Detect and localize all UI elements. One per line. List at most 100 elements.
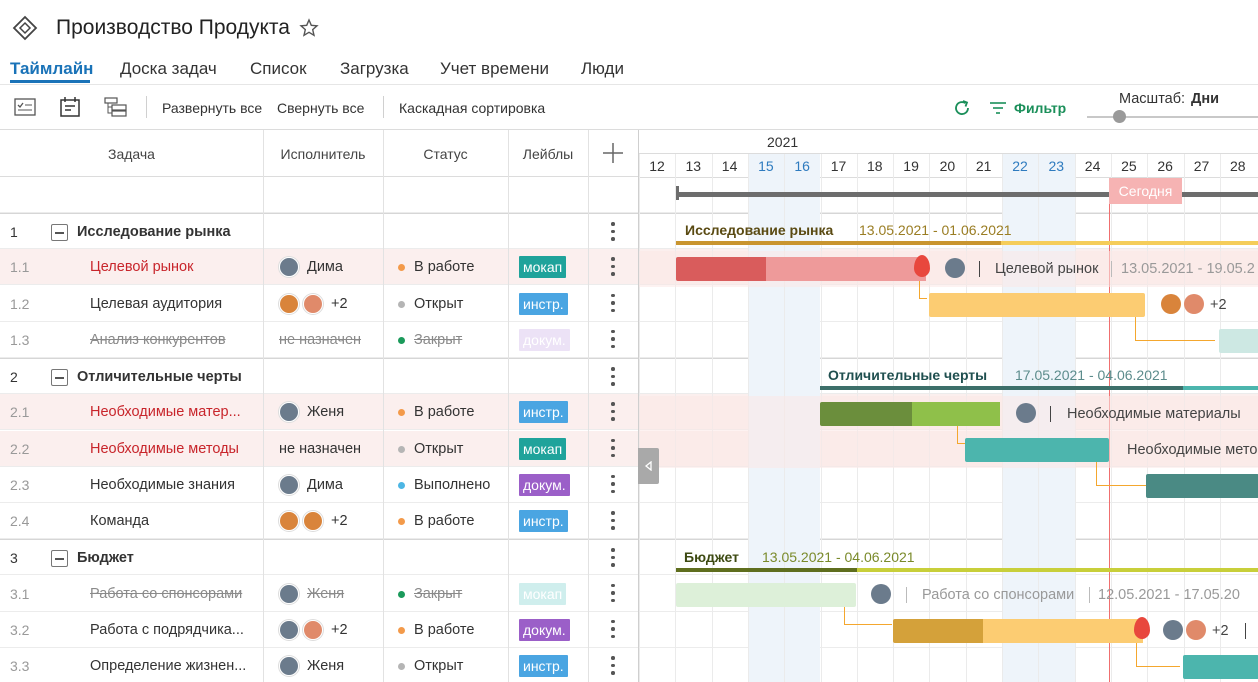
status-value[interactable]: Открыт	[414, 441, 463, 457]
tab-list[interactable]: Список	[250, 59, 307, 79]
row-menu-icon[interactable]	[611, 222, 615, 242]
task-name[interactable]: Команда	[90, 513, 149, 529]
row-menu-icon[interactable]	[611, 583, 615, 604]
group-name[interactable]: Отличительные черты	[77, 369, 242, 385]
dependency-connector	[1135, 316, 1215, 341]
avatar	[1186, 620, 1206, 640]
bar-separator	[906, 586, 907, 603]
row-menu-icon[interactable]	[611, 548, 615, 568]
fire-icon	[914, 254, 930, 277]
label-badge[interactable]: мокап	[519, 582, 567, 605]
row-menu-icon[interactable]	[611, 619, 615, 640]
assignee-name[interactable]: Женя	[307, 658, 344, 674]
assignee-name[interactable]: +2	[331, 622, 348, 638]
star-icon[interactable]	[299, 18, 319, 38]
tab-board[interactable]: Доска задач	[120, 59, 217, 79]
status-value[interactable]: Выполнено	[414, 477, 490, 493]
label-badge[interactable]: инстр.	[519, 401, 568, 424]
group-name[interactable]: Исследование рынка	[77, 224, 231, 240]
scale-slider-handle[interactable]	[1113, 110, 1126, 123]
row-menu-icon[interactable]	[611, 329, 615, 350]
row-number: 1.3	[10, 331, 30, 348]
expand-all-button[interactable]: Развернуть все	[162, 100, 262, 116]
assignee-name[interactable]: Дима	[307, 259, 343, 275]
task-name[interactable]: Целевой рынок	[90, 259, 193, 275]
status-value[interactable]: Закрыт	[414, 586, 462, 602]
assignee-name[interactable]: +2	[331, 513, 348, 529]
label-badge[interactable]: инстр.	[519, 292, 568, 315]
row-menu-icon[interactable]	[611, 656, 615, 676]
row-menu-icon[interactable]	[611, 474, 615, 495]
row-menu-icon[interactable]	[611, 367, 615, 387]
task-name[interactable]: Необходимые матер...	[90, 404, 241, 420]
status-value[interactable]: Открыт	[414, 296, 463, 312]
row-menu-icon[interactable]	[611, 511, 615, 531]
task-name[interactable]: Анализ конкурентов	[90, 332, 226, 348]
cascade-sort-button[interactable]: Каскадная сортировка	[399, 100, 545, 116]
assignee-unassigned[interactable]: не назначен	[279, 332, 361, 348]
status-value[interactable]: Открыт	[414, 658, 463, 674]
column-assignee[interactable]: Исполнитель	[263, 146, 383, 162]
assignee-unassigned[interactable]: не назначен	[279, 441, 361, 457]
add-column-icon[interactable]	[602, 142, 624, 164]
status-value[interactable]: В работе	[414, 404, 474, 420]
task-name[interactable]: Целевая аудитория	[90, 296, 222, 312]
row-menu-icon[interactable]	[611, 402, 615, 422]
calendar-icon[interactable]	[59, 96, 81, 118]
row-menu-icon[interactable]	[611, 293, 615, 314]
day-number: 18	[867, 158, 883, 174]
task-list-icon[interactable]	[14, 97, 36, 117]
avatar	[279, 293, 299, 314]
day-number: 19	[903, 158, 919, 174]
day-number: 13	[685, 158, 702, 174]
row-menu-icon[interactable]	[611, 438, 615, 459]
filter-button[interactable]: Фильтр	[1014, 100, 1066, 116]
status-value[interactable]: В работе	[414, 259, 474, 275]
assignee-name[interactable]: Женя	[307, 404, 344, 420]
day-number: 27	[1193, 158, 1210, 174]
task-name[interactable]: Работа с подрядчика...	[90, 622, 244, 638]
column-task[interactable]: Задача	[0, 146, 263, 162]
tab-timeline[interactable]: Таймлайн	[10, 59, 93, 79]
tab-people[interactable]: Люди	[581, 59, 624, 79]
status-value[interactable]: Закрыт	[414, 332, 462, 348]
label-badge[interactable]: докум.	[519, 473, 570, 496]
tab-time-tracking[interactable]: Учет времени	[440, 59, 549, 79]
assignee-name[interactable]: Женя	[307, 586, 344, 602]
label-badge[interactable]: мокап	[519, 437, 567, 460]
label-badge[interactable]: инстр.	[519, 510, 568, 532]
collapse-all-button[interactable]: Свернуть все	[277, 100, 364, 116]
label-badge[interactable]: мокап	[519, 256, 567, 279]
task-bar-name: Необходимые материалы	[1067, 405, 1241, 422]
assignee-name[interactable]: Дима	[307, 477, 343, 493]
hierarchy-icon[interactable]	[104, 97, 128, 117]
status-dot	[398, 590, 405, 598]
collapse-panel-handle[interactable]	[638, 448, 659, 484]
label-badge[interactable]: докум.	[519, 328, 570, 351]
task-name[interactable]: Необходимые методы	[90, 441, 239, 457]
collapse-group-button[interactable]	[51, 369, 68, 386]
column-status[interactable]: Статус	[383, 146, 508, 162]
group-name[interactable]: Бюджет	[77, 550, 134, 566]
status-value[interactable]: В работе	[414, 513, 474, 529]
task-bar	[1183, 655, 1258, 680]
collapse-group-button[interactable]	[51, 550, 68, 568]
status-dot	[398, 663, 405, 670]
label-badge[interactable]: инстр.	[519, 655, 568, 677]
task-bar	[1146, 474, 1258, 498]
project-diamond-icon	[12, 15, 38, 41]
task-name[interactable]: Работа со спонсорами	[90, 586, 242, 602]
status-value[interactable]: В работе	[414, 622, 474, 638]
grid-header: Задача Исполнитель Статус Лейблы	[0, 130, 638, 177]
row-menu-icon[interactable]	[611, 257, 615, 277]
filter-icon[interactable]	[989, 101, 1007, 115]
collapse-group-button[interactable]	[51, 224, 68, 241]
refresh-icon[interactable]	[952, 98, 972, 118]
tab-workload[interactable]: Загрузка	[340, 59, 409, 79]
task-name[interactable]: Определение жизнен...	[90, 658, 246, 674]
row-number: 1.2	[10, 295, 30, 312]
assignee-name[interactable]: +2	[331, 296, 348, 312]
label-badge[interactable]: докум.	[519, 618, 570, 641]
task-name[interactable]: Необходимые знания	[90, 477, 235, 493]
column-labels[interactable]: Лейблы	[508, 146, 588, 162]
